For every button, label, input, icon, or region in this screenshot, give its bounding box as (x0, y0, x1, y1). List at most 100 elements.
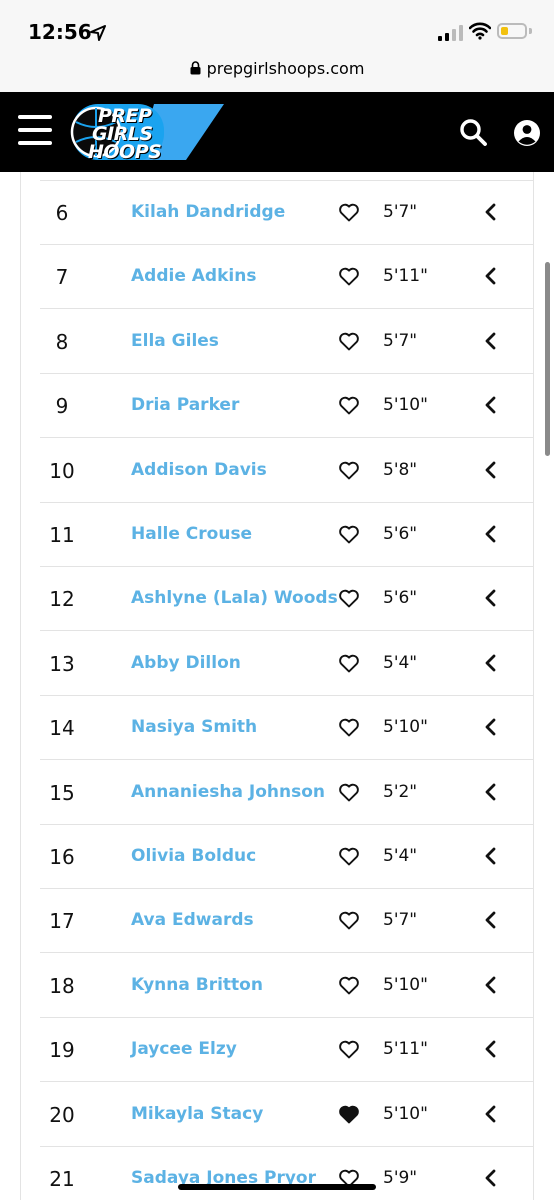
location-arrow-icon (90, 25, 106, 41)
home-indicator (178, 1184, 376, 1190)
logo-line-3: HOOPS (88, 141, 162, 163)
heart-outline-icon[interactable] (338, 266, 360, 286)
ranking-row: 17 Ava Edwards 5'7" (40, 889, 533, 954)
player-height: 5'11" (383, 266, 428, 287)
player-name-link[interactable]: Ella Giles (131, 331, 219, 351)
chevron-left-icon[interactable] (484, 525, 498, 543)
lock-icon (190, 61, 201, 75)
player-name-link[interactable]: Halle Crouse (131, 524, 252, 544)
heart-outline-icon[interactable] (338, 910, 360, 930)
rank-number: 6 (55, 201, 69, 225)
player-height: 5'11" (383, 1039, 428, 1060)
rank-number: 7 (55, 265, 69, 290)
rank-number: 11 (49, 523, 75, 547)
player-name-link[interactable]: Addison Davis (131, 460, 267, 480)
heart-outline-icon[interactable] (338, 653, 360, 673)
chevron-left-icon[interactable] (484, 718, 498, 736)
rank-number: 16 (49, 845, 75, 869)
ranking-row: 15 Annaniesha Johnson 5'2" (40, 761, 533, 825)
player-name-link[interactable]: Jaycee Elzy (131, 1039, 237, 1059)
heart-outline-icon[interactable] (338, 202, 360, 222)
chevron-left-icon[interactable] (484, 332, 498, 350)
ranking-row: 7 Addie Adkins 5'11" (40, 245, 533, 310)
chevron-left-icon[interactable] (484, 783, 498, 801)
player-name-link[interactable]: Abby Dillon (131, 653, 241, 673)
heart-outline-icon[interactable] (338, 395, 360, 415)
player-name-link[interactable]: Ava Edwards (131, 910, 254, 930)
chevron-left-icon[interactable] (484, 203, 498, 221)
heart-outline-icon[interactable] (338, 846, 360, 866)
player-height: 5'7" (383, 910, 418, 931)
player-name-link[interactable]: Mikayla Stacy (131, 1104, 263, 1124)
url-domain: prepgirlshoops.com (206, 59, 365, 78)
user-account-icon[interactable] (513, 119, 541, 147)
rankings-table: 6 Kilah Dandridge 5'7" 7 Addie Adkins 5'11" 8 E… (20, 172, 534, 1200)
page-scrollbar[interactable] (545, 262, 550, 456)
chevron-left-icon[interactable] (484, 1169, 498, 1187)
ranking-row: 19 Jaycee Elzy 5'11" (40, 1018, 533, 1083)
url-display: prepgirlshoops.com (190, 59, 365, 78)
rank-number: 17 (49, 909, 75, 934)
player-name-link[interactable]: Kilah Dandridge (131, 202, 285, 222)
heart-outline-icon[interactable] (338, 460, 360, 480)
ranking-row: 14 Nasiya Smith 5'10" (40, 696, 533, 761)
chevron-left-icon[interactable] (484, 654, 498, 672)
heart-outline-icon[interactable] (338, 1039, 360, 1059)
ranking-row: 10 Addison Davis 5'8" (40, 439, 533, 503)
address-bar[interactable]: prepgirlshoops.com (0, 54, 554, 92)
chevron-left-icon[interactable] (484, 396, 498, 414)
search-icon[interactable] (459, 118, 487, 146)
heart-outline-icon[interactable] (338, 524, 360, 544)
chevron-left-icon[interactable] (484, 1105, 498, 1123)
chevron-left-icon[interactable] (484, 976, 498, 994)
player-height: 5'2" (383, 781, 418, 802)
ranking-row: 16 Olivia Bolduc 5'4" (40, 825, 533, 889)
chevron-left-icon[interactable] (484, 461, 498, 479)
rank-number: 14 (49, 716, 75, 741)
heart-filled-icon[interactable] (338, 1104, 360, 1124)
player-name-link[interactable]: Dria Parker (131, 395, 239, 415)
ranking-row: 21 Sadaya Jones Pryor 5'9" (40, 1147, 533, 1200)
battery-tip (529, 28, 532, 34)
heart-outline-icon[interactable] (338, 975, 360, 995)
ranking-row: 11 Halle Crouse 5'6" (40, 503, 533, 567)
cellular-signal-icon (438, 25, 463, 41)
player-height: 5'7" (383, 202, 418, 222)
player-name-link[interactable]: Addie Adkins (131, 266, 256, 286)
player-height: 5'4" (383, 846, 418, 866)
rank-number: 10 (49, 458, 75, 483)
rank-number: 13 (49, 651, 75, 676)
chevron-left-icon[interactable] (484, 847, 498, 865)
player-name-link[interactable]: Nasiya Smith (131, 717, 257, 737)
heart-outline-icon[interactable] (338, 717, 360, 737)
ranking-row: 20 Mikayla Stacy 5'10" (40, 1083, 533, 1147)
logo-wordmark: PREP GIRLS HOOPS (66, 92, 226, 172)
player-height: 5'10" (383, 1103, 428, 1124)
player-name-link[interactable]: Kynna Britton (131, 975, 263, 995)
ranking-row: 9 Dria Parker 5'10" (40, 374, 533, 439)
player-height: 5'10" (383, 974, 428, 995)
rank-number: 19 (49, 1038, 75, 1063)
chevron-left-icon[interactable] (484, 1040, 498, 1058)
chevron-left-icon[interactable] (484, 589, 498, 607)
status-time: 12:56 (28, 20, 92, 44)
ranking-row: 6 Kilah Dandridge 5'7" (40, 181, 533, 245)
site-logo[interactable]: PREP GIRLS HOOPS (66, 92, 226, 172)
player-name-link[interactable]: Ashlyne (Lala) Woods (131, 588, 338, 608)
chevron-left-icon[interactable] (484, 267, 498, 285)
status-bar: 12:56 (0, 0, 554, 54)
heart-outline-icon[interactable] (338, 782, 360, 802)
player-height: 5'6" (383, 588, 418, 609)
player-height: 5'10" (383, 395, 428, 416)
player-name-link[interactable]: Annaniesha Johnson (131, 782, 325, 802)
ranking-row: 18 Kynna Britton 5'10" (40, 954, 533, 1018)
rank-number: 21 (49, 1167, 75, 1191)
chevron-left-icon[interactable] (484, 911, 498, 929)
heart-outline-icon[interactable] (338, 588, 360, 608)
player-height: 5'10" (383, 717, 428, 738)
hamburger-menu-icon[interactable] (18, 115, 52, 145)
heart-outline-icon[interactable] (338, 331, 360, 351)
rank-number: 18 (49, 973, 75, 998)
rank-number: 15 (49, 780, 75, 805)
player-name-link[interactable]: Olivia Bolduc (131, 846, 256, 866)
